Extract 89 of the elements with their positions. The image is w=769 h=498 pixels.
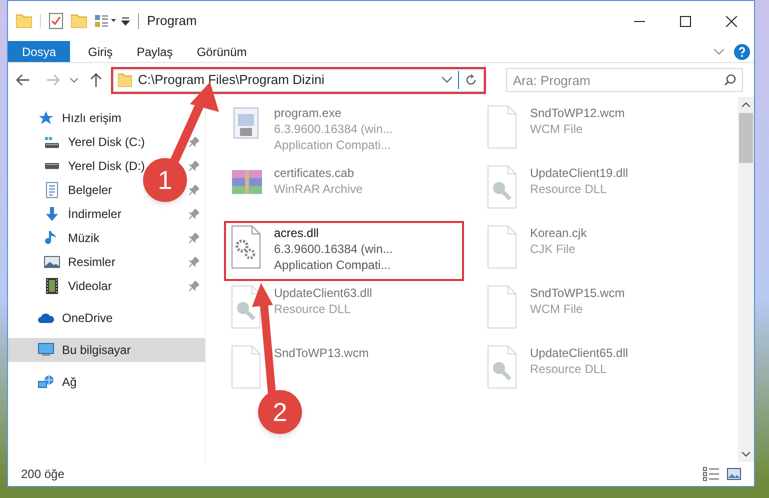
ribbon-tab[interactable]: Dosya (8, 41, 70, 62)
file-item[interactable]: acres.dll 6.3.9600.16384 (win... Application Compati... (226, 224, 393, 273)
scroll-down-icon[interactable] (742, 452, 750, 457)
sidebar-item[interactable]: Hızlı erişim (62, 109, 122, 127)
details-view-icon[interactable] (703, 467, 719, 481)
customize-caret-icon[interactable] (121, 16, 130, 26)
maximize-icon (680, 16, 690, 26)
picture-icon (44, 254, 60, 270)
pin-icon[interactable] (189, 281, 199, 291)
file-name: acres.dll (274, 225, 320, 241)
file-detail: 6.3.9600.16384 (win... (274, 241, 393, 257)
file-name: UpdateClient65.dll (530, 345, 628, 361)
file-detail: Resource DLL (530, 361, 608, 377)
refresh-icon[interactable] (465, 74, 477, 86)
drive-icon (44, 136, 60, 148)
properties-icon[interactable] (49, 13, 63, 29)
window-title: Program (147, 12, 197, 30)
close-icon (726, 16, 736, 26)
sidebar-item[interactable]: İndirmeler (68, 205, 122, 223)
item-count: 200 öğe (21, 466, 64, 483)
pin-icon[interactable] (189, 185, 199, 195)
chevron-down-icon[interactable] (714, 48, 724, 54)
file-detail: Application Compati... (274, 257, 392, 273)
folder-icon (118, 73, 132, 87)
file-detail: CJK File (530, 241, 576, 257)
pin-icon[interactable] (189, 257, 199, 267)
file-item[interactable]: SndToWP12.wcm WCM File (482, 104, 625, 150)
file-item[interactable]: Korean.cjk CJK File (482, 224, 587, 270)
minimize-icon (634, 20, 644, 22)
thumbnail-view-icon[interactable] (727, 468, 741, 480)
view-icon[interactable] (95, 14, 117, 28)
back-arrow-icon[interactable] (16, 74, 30, 86)
sidebar-item[interactable]: Müzik (68, 229, 100, 247)
sidebar-item[interactable]: Bu bilgisayar (62, 341, 131, 359)
file-detail: WCM File (530, 301, 584, 317)
sidebar-item[interactable]: Resimler (68, 253, 116, 271)
ribbon-tab[interactable]: Görünüm (184, 41, 259, 62)
file-detail: 6.3.9600.16384 (win... (274, 121, 393, 137)
address-text: C:\Program Files\Program Dizini (138, 71, 324, 90)
file-detail: WCM File (530, 121, 584, 137)
file-item[interactable]: UpdateClient63.dll Resource DLL (226, 284, 372, 330)
file-name: program.exe (274, 105, 342, 121)
sidebar-item[interactable]: Yerel Disk (C:) (68, 133, 145, 151)
file-detail: Resource DLL (530, 181, 608, 197)
file-name: UpdateClient19.dll (530, 165, 628, 181)
star-icon (38, 110, 54, 126)
file-item[interactable]: certificates.cab WinRAR Archive (226, 164, 363, 210)
film-icon (44, 278, 60, 294)
ribbon-tab[interactable]: Giriş (76, 41, 125, 62)
pin-icon[interactable] (189, 161, 199, 171)
file-name: SndToWP12.wcm (530, 105, 625, 121)
file-name: UpdateClient63.dll (274, 285, 372, 301)
file-detail: Resource DLL (274, 301, 352, 317)
pin-icon[interactable] (189, 209, 199, 219)
scroll-up-icon[interactable] (742, 102, 750, 107)
file-item[interactable]: UpdateClient19.dll Resource DLL (482, 164, 628, 210)
search-field[interactable]: Ara: Program (506, 68, 743, 92)
sidebar-item[interactable]: Yerel Disk (D:) (68, 157, 145, 175)
file-name: certificates.cab (274, 165, 356, 181)
ribbon-tab[interactable]: Paylaş (124, 41, 185, 62)
network-icon (38, 375, 54, 389)
drive-icon (44, 162, 60, 170)
up-arrow-icon[interactable] (90, 73, 102, 87)
scrollbar-thumb[interactable] (739, 113, 753, 163)
download-arrow-icon (44, 206, 60, 222)
file-detail: Application Compati... (274, 137, 392, 153)
file-name: SndToWP15.wcm (530, 285, 625, 301)
sidebar-item[interactable]: Ağ (62, 373, 77, 391)
address-dropdown-icon[interactable] (442, 77, 452, 83)
file-name: Korean.cjk (530, 225, 587, 241)
file-name: SndToWP13.wcm (274, 345, 369, 361)
recent-caret-icon[interactable] (70, 78, 78, 82)
help-icon[interactable] (734, 44, 750, 60)
sidebar-item[interactable]: Videolar (68, 277, 112, 295)
sidebar-item[interactable]: OneDrive (62, 309, 113, 327)
pin-icon[interactable] (189, 137, 199, 147)
search-icon (724, 74, 736, 86)
scrollbar[interactable] (738, 97, 754, 462)
file-detail: WinRAR Archive (274, 181, 363, 197)
file-item[interactable]: UpdateClient65.dll Resource DLL (482, 344, 628, 390)
document-icon (44, 182, 60, 198)
address-bar[interactable]: C:\Program Files\Program Dizini (113, 68, 484, 92)
pin-icon[interactable] (189, 233, 199, 243)
cloud-icon (38, 312, 54, 324)
sidebar-item[interactable]: Belgeler (68, 181, 112, 199)
file-item[interactable]: SndToWP13.wcm (226, 344, 369, 390)
file-item[interactable]: SndToWP15.wcm WCM File (482, 284, 625, 330)
monitor-icon (38, 343, 54, 357)
file-item[interactable]: program.exe 6.3.9600.16384 (win... Application Compati... (226, 104, 393, 153)
